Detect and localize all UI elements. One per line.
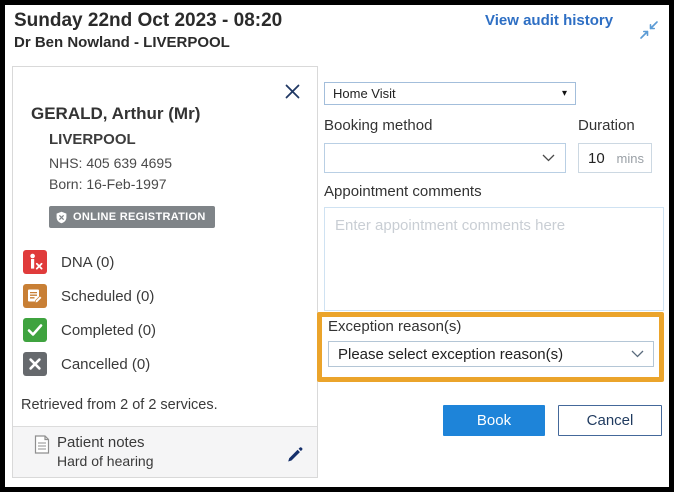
patient-notes-title: Patient notes xyxy=(57,434,145,451)
patient-summary-panel: GERALD, Arthur (Mr) LIVERPOOL NHS: 405 6… xyxy=(12,66,318,478)
patient-location: LIVERPOOL xyxy=(49,131,136,148)
exception-reason-value: Please select exception reason(s) xyxy=(338,346,563,363)
status-row-cancelled: Cancelled (0) xyxy=(23,347,156,381)
completed-icon xyxy=(23,318,47,342)
online-registration-badge: ONLINE REGISTRATION xyxy=(49,206,215,228)
status-label: Scheduled (0) xyxy=(61,288,154,305)
status-row-completed: Completed (0) xyxy=(23,313,156,347)
booking-method-select[interactable] xyxy=(324,143,566,173)
duration-unit: mins xyxy=(617,151,651,166)
exception-reason-select[interactable]: Please select exception reason(s) xyxy=(328,341,654,367)
view-audit-history-link[interactable]: View audit history xyxy=(485,12,613,29)
edit-notes-pencil-icon[interactable] xyxy=(285,445,304,464)
status-row-scheduled: Scheduled (0) xyxy=(23,279,156,313)
status-label: Completed (0) xyxy=(61,322,156,339)
exception-reason-label: Exception reason(s) xyxy=(328,318,461,335)
appointment-comments-textarea[interactable] xyxy=(324,207,664,311)
slot-datetime-title: Sunday 22nd Oct 2023 - 08:20 xyxy=(14,10,282,32)
slot-type-select[interactable]: Home Visit ▾ xyxy=(324,82,576,105)
clinician-subtitle: Dr Ben Nowland - LIVERPOOL xyxy=(14,34,230,51)
close-icon[interactable] xyxy=(284,83,301,100)
patient-name: GERALD, Arthur (Mr) xyxy=(31,104,200,124)
booking-method-label: Booking method xyxy=(324,117,432,134)
patient-notes-value: Hard of hearing xyxy=(57,453,154,469)
services-retrieved-text: Retrieved from 2 of 2 services. xyxy=(21,397,218,413)
appointment-comments-label: Appointment comments xyxy=(324,183,482,200)
status-label: DNA (0) xyxy=(61,254,114,271)
duration-field: mins xyxy=(578,143,652,173)
duration-input[interactable] xyxy=(579,150,613,167)
duration-label: Duration xyxy=(578,117,635,134)
cancel-button[interactable]: Cancel xyxy=(558,405,662,436)
badge-label: ONLINE REGISTRATION xyxy=(73,211,206,223)
slot-type-value: Home Visit xyxy=(333,86,396,101)
patient-nhs-number: NHS: 405 639 4695 xyxy=(49,155,172,171)
shield-icon xyxy=(55,211,68,224)
chevron-down-icon xyxy=(542,154,555,162)
caret-down-icon: ▾ xyxy=(562,88,567,99)
appointment-dialog: Sunday 22nd Oct 2023 - 08:20 Dr Ben Nowl… xyxy=(0,0,674,492)
book-button[interactable]: Book xyxy=(443,405,545,436)
status-row-dna: DNA (0) xyxy=(23,245,156,279)
patient-dob: Born: 16-Feb-1997 xyxy=(49,176,167,192)
status-label: Cancelled (0) xyxy=(61,356,150,373)
dna-icon xyxy=(23,250,47,274)
scheduled-icon xyxy=(23,284,47,308)
appointment-status-list: DNA (0) Scheduled (0) Co xyxy=(23,245,156,381)
document-icon xyxy=(34,435,50,454)
collapse-icon[interactable] xyxy=(638,19,660,41)
chevron-down-icon xyxy=(631,350,644,358)
cancelled-icon xyxy=(23,352,47,376)
patient-notes-section: Patient notes Hard of hearing xyxy=(13,426,317,477)
